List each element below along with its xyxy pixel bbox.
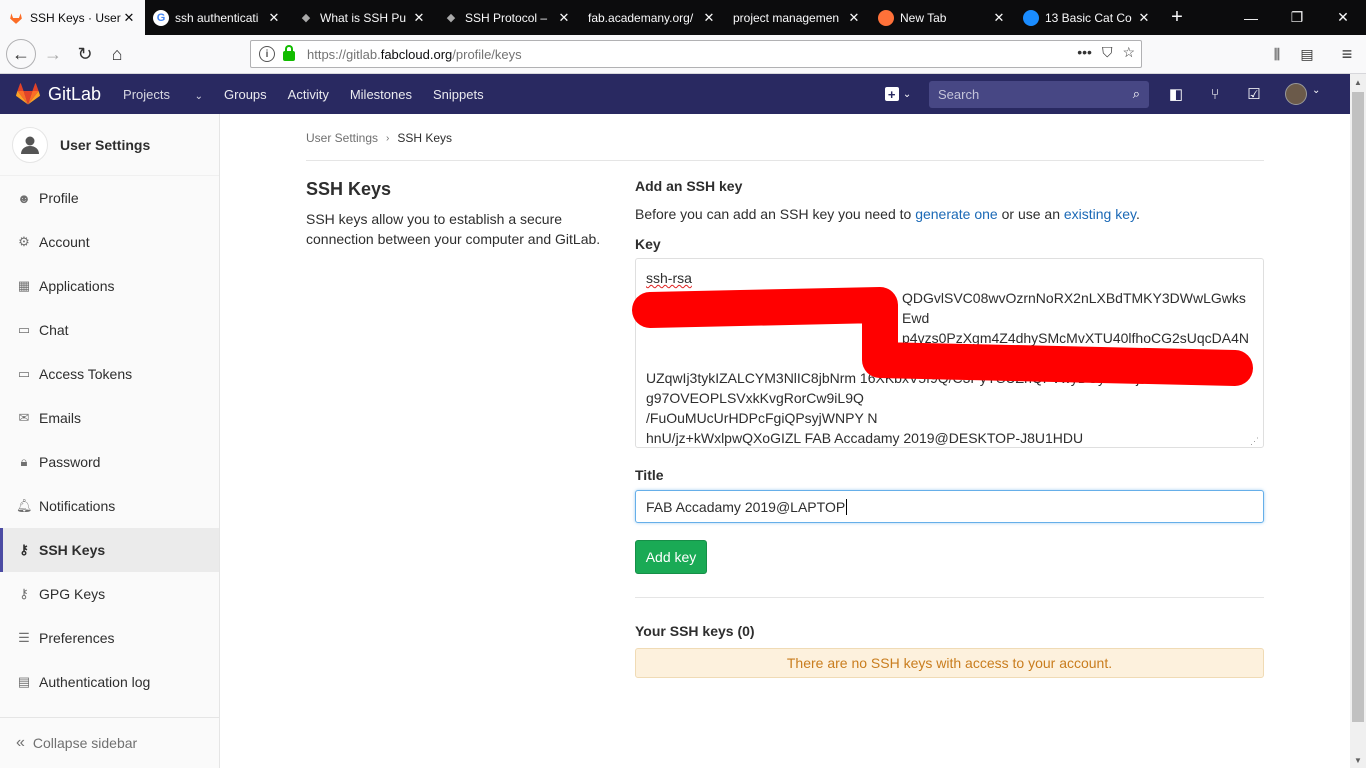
empty-keys-message: There are no SSH keys with access to you… xyxy=(635,648,1264,678)
divider xyxy=(635,597,1264,598)
add-key-button[interactable]: Add key xyxy=(635,540,707,574)
title-input-value: FAB Accadamy 2019@LAPTOP xyxy=(646,498,846,515)
title-label: Title xyxy=(635,467,664,483)
text-caret xyxy=(846,498,848,515)
title-input[interactable]: FAB Accadamy 2019@LAPTOP xyxy=(635,490,1264,523)
ssh-keys-list-heading: Your SSH keys (0) xyxy=(635,623,755,639)
